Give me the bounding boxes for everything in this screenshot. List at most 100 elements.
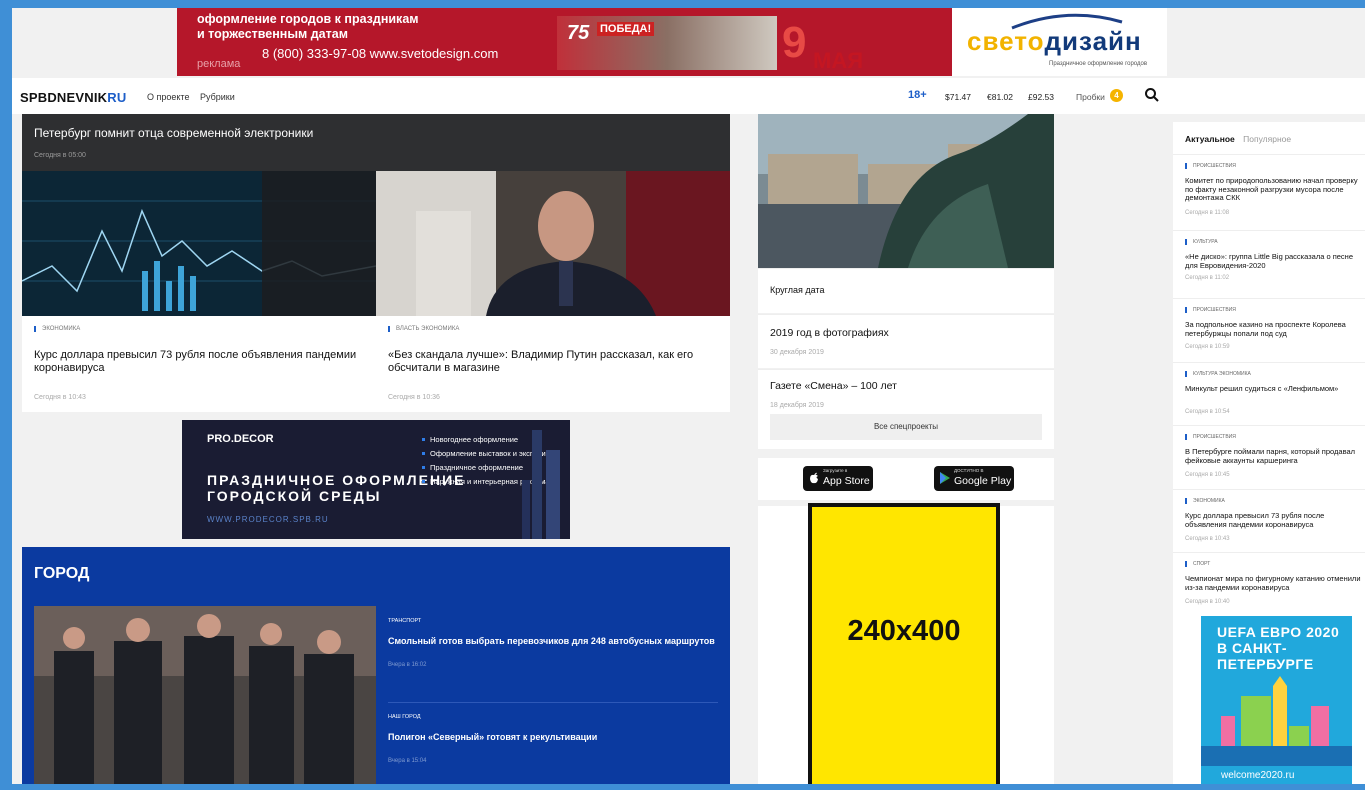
feed-item[interactable]: КУЛЬТУРА ЭКОНОМИКА Минкульт решил судить… xyxy=(1173,362,1365,422)
top-ad-banner[interactable]: оформление городов к праздникам и торжест… xyxy=(177,8,1167,76)
ad-label: реклама xyxy=(197,58,241,70)
apple-icon xyxy=(810,472,818,484)
victory-label: ПОБЕДА! xyxy=(597,22,655,36)
feed-tag: КУЛЬТУРА xyxy=(1185,239,1218,245)
feed-date: Сегодня в 11:02 xyxy=(1185,275,1230,281)
gbp-rate: £92.53 xyxy=(1028,92,1054,102)
usd-rate: $71.47 xyxy=(945,92,971,102)
feed-date: Сегодня в 11:08 xyxy=(1185,210,1230,216)
prodecor-logo: PRO.DECOR xyxy=(207,433,274,445)
feed-tag: КУЛЬТУРА ЭКОНОМИКА xyxy=(1185,371,1251,377)
search-icon[interactable] xyxy=(1144,87,1160,103)
feed-date: Сегодня в 10:45 xyxy=(1185,472,1230,478)
project-title: 2019 год в фотографиях xyxy=(770,327,889,339)
news-tag: НАШ ГОРОД xyxy=(388,714,421,720)
feed-title: В Петербурге поймали парня, который прод… xyxy=(1185,447,1356,465)
nav-rubrics-link[interactable]: Рубрики xyxy=(200,92,235,102)
may-word: МАЯ xyxy=(813,48,864,73)
officials-photo[interactable] xyxy=(34,606,376,784)
google-play-button[interactable]: ДОСТУПНО В Google Play xyxy=(934,466,1014,491)
svetodesign-logo: светодизайн xyxy=(967,26,1142,56)
feed-tag: ПРОИСШЕСТВИЯ xyxy=(1185,163,1236,169)
euro-2020-ad[interactable]: UEFA ЕВРО 2020 В САНКТ-ПЕТЕРБУРГЕ welcom… xyxy=(1201,616,1352,784)
divider xyxy=(388,702,718,703)
special-project-link[interactable]: 2019 год в фотографиях 30 декабря 2019 xyxy=(758,314,1054,368)
browser-viewport: оформление городов к праздникам и торжест… xyxy=(12,8,1365,784)
news-date: Вчера в 16:02 xyxy=(388,662,427,668)
feed-title: За подпольное казино на проспекте Короле… xyxy=(1185,320,1346,338)
euro-site: welcome2020.ru xyxy=(1221,770,1295,781)
hero-article[interactable]: Петербург помнит отца современной электр… xyxy=(22,114,730,171)
special-project-link[interactable]: Круглая дата xyxy=(758,268,1054,313)
feed-date: Сегодня в 10:59 xyxy=(1185,344,1230,350)
euro-title: UEFA ЕВРО 2020 В САНКТ-ПЕТЕРБУРГЕ xyxy=(1217,624,1340,672)
tab-popular[interactable]: Популярное xyxy=(1243,134,1291,144)
news-feed-sidebar: Актуальное Популярное ПРОИСШЕСТВИЯ Комит… xyxy=(1173,122,1365,784)
griffin-photo[interactable] xyxy=(758,114,1054,268)
city-news-item[interactable]: ТРАНСПОРТ Смольный готов выбрать перевоз… xyxy=(388,618,718,668)
project-title: Газете «Смена» – 100 лет xyxy=(770,380,897,392)
feed-item[interactable]: ПРОИСШЕСТВИЯ За подпольное казино на про… xyxy=(1173,298,1365,358)
stock-chart-photo xyxy=(22,171,376,316)
news-tag: ТРАНСПОРТ xyxy=(388,618,422,624)
feed-date: Сегодня в 10:40 xyxy=(1185,599,1230,605)
eur-rate: €81.02 xyxy=(987,92,1013,102)
card-date: Сегодня в 10:43 xyxy=(34,394,86,401)
feed-item[interactable]: ПРОИСШЕСТВИЯ Комитет по природопользован… xyxy=(1173,154,1365,218)
app-links: Загрузите в App Store ДОСТУПНО В Google … xyxy=(758,458,1054,500)
tab-actual[interactable]: Актуальное xyxy=(1185,134,1235,144)
project-date: 18 декабря 2019 xyxy=(770,402,824,409)
top-navbar: SPBDNEVNIKRU О проекте Рубрики 18+ $71.4… xyxy=(12,78,1365,114)
ad-placeholder-area: 240x400 xyxy=(758,503,1054,784)
feed-tabs: Актуальное Популярное xyxy=(1185,134,1291,144)
traffic-link[interactable]: Пробки xyxy=(1076,92,1105,102)
feed-item[interactable]: КУЛЬТУРА «Не диско»: группа Little Big р… xyxy=(1173,230,1365,290)
card-tag: ЭКОНОМИКА xyxy=(34,326,80,332)
feed-tag: ЭКОНОМИКА xyxy=(1185,498,1225,504)
site-logo[interactable]: SPBDNEVNIKRU xyxy=(20,90,126,105)
prodecor-url: WWW.PRODECOR.SPB.RU xyxy=(207,515,329,524)
feed-tag: ПРОИСШЕСТВИЯ xyxy=(1185,307,1236,313)
hero-date: Сегодня в 05:00 xyxy=(34,152,86,159)
age-rating-badge: 18+ xyxy=(908,89,927,101)
app-store-button[interactable]: Загрузите в App Store xyxy=(803,466,873,491)
feed-title: Комитет по природопользованию начал пров… xyxy=(1185,176,1358,202)
feed-date: Сегодня в 10:54 xyxy=(1185,409,1230,415)
news-date: Вчера в 15:04 xyxy=(388,758,427,764)
feed-title: Чемпионат мира по фигурному катанию отме… xyxy=(1185,574,1361,592)
skyline-graphic xyxy=(522,430,560,539)
ad-text: оформление городов к праздникам и торжест… xyxy=(197,12,419,41)
news-title: Полигон «Северный» готовят к рекультивац… xyxy=(388,732,598,742)
section-title: ГОРОД xyxy=(34,565,90,582)
city-section: ГОРОД ТРАНСПОРТ Смольный готов выбрать п… xyxy=(22,547,730,784)
feed-title: Курс доллара превысил 73 рубля после объ… xyxy=(1185,511,1325,529)
feed-item[interactable]: ЭКОНОМИКА Курс доллара превысил 73 рубля… xyxy=(1173,489,1365,549)
svetodesign-sub: Праздничное оформление городов xyxy=(1049,61,1148,67)
card-title: Курс доллара превысил 73 рубля после объ… xyxy=(34,349,357,374)
google-play-icon xyxy=(940,472,950,484)
special-projects-column: Круглая дата 2019 год в фотографиях 30 д… xyxy=(758,114,1054,784)
ad-placeholder-240x400[interactable]: 240x400 xyxy=(808,503,1000,784)
may-9-number: 9 xyxy=(782,18,808,67)
ad-phone-site: 8 (800) 333-97-08 www.svetodesign.com xyxy=(262,46,499,61)
victory-75: 75 xyxy=(567,22,590,44)
photo-caption: Круглая дата xyxy=(770,285,825,295)
feed-item[interactable]: СПОРТ Чемпионат мира по фигурному катани… xyxy=(1173,552,1365,612)
feed-title: Минкульт решил судиться с «Ленфильмом» xyxy=(1185,384,1339,393)
news-card[interactable]: ВЛАСТЬ ЭКОНОМИКА «Без скандала лучше»: В… xyxy=(376,171,730,412)
victory-photo xyxy=(557,16,777,70)
hero-title: Петербург помнит отца современной электр… xyxy=(34,126,314,140)
city-illustration xyxy=(1201,676,1352,766)
card-date: Сегодня в 10:36 xyxy=(388,394,440,401)
feed-item[interactable]: ПРОИСШЕСТВИЯ В Петербурге поймали парня,… xyxy=(1173,425,1365,487)
card-tag: ВЛАСТЬ ЭКОНОМИКА xyxy=(388,326,459,332)
all-special-projects-button[interactable]: Все спецпроекты xyxy=(770,414,1042,440)
project-date: 30 декабря 2019 xyxy=(770,349,824,356)
card-title: «Без скандала лучше»: Владимир Путин рас… xyxy=(388,349,694,374)
feed-tag: СПОРТ xyxy=(1185,561,1210,567)
news-title: Смольный готов выбрать перевозчиков для … xyxy=(388,636,715,646)
city-news-item[interactable]: НАШ ГОРОД Полигон «Северный» готовят к р… xyxy=(388,714,718,764)
news-card[interactable]: ЭКОНОМИКА Курс доллара превысил 73 рубля… xyxy=(22,171,376,412)
prodecor-ad-banner[interactable]: PRO.DECOR ПРАЗДНИЧНОЕ ОФОРМЛЕНИЕ ГОРОДСКО… xyxy=(182,420,570,539)
nav-about-link[interactable]: О проекте xyxy=(147,92,189,102)
